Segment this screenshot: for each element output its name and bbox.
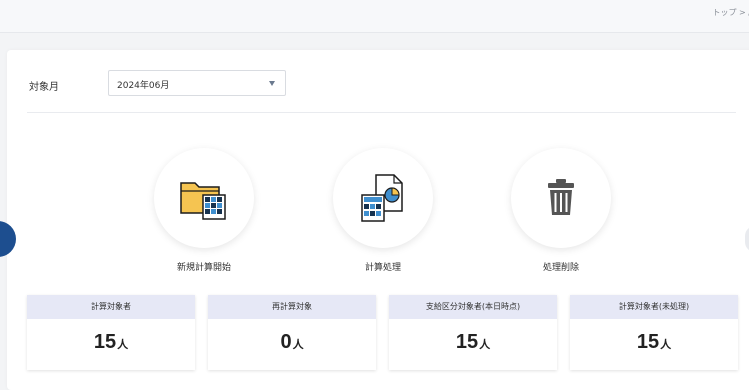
card-unit: 人 bbox=[479, 338, 491, 351]
delete-process-label: 処理削除 bbox=[542, 263, 579, 273]
summary-card-unprocessed: 計算対象者(未処理) 15人 bbox=[570, 295, 738, 370]
delete-process-button[interactable]: 処理削除 bbox=[511, 148, 611, 273]
document-chart-calculator-icon bbox=[361, 174, 403, 222]
new-calculation-button[interactable]: 新規計算開始 bbox=[154, 148, 254, 273]
new-calculation-label: 新規計算開始 bbox=[176, 263, 231, 273]
card-title: 計算対象者 bbox=[27, 295, 195, 319]
calculation-process-button[interactable]: 計算処理 bbox=[333, 148, 433, 273]
card-unit: 人 bbox=[117, 338, 129, 351]
card-title: 再計算対象 bbox=[208, 295, 376, 319]
card-value: 0 bbox=[280, 331, 292, 353]
delete-process-icon-circle[interactable] bbox=[511, 148, 611, 248]
chevron-down-icon bbox=[269, 81, 275, 86]
card-title: 支給区分対象者(本日時点) bbox=[389, 295, 557, 319]
card-title: 計算対象者(未処理) bbox=[570, 295, 738, 319]
summary-card-calc-target: 計算対象者 15人 bbox=[27, 295, 195, 370]
breadcrumb[interactable]: トップ > / bbox=[713, 7, 749, 18]
calculation-process-icon-circle[interactable] bbox=[333, 148, 433, 248]
top-bar: トップ > / bbox=[0, 0, 749, 33]
summary-card-payment-category: 支給区分対象者(本日時点) 15人 bbox=[389, 295, 557, 370]
folder-spreadsheet-icon bbox=[180, 182, 226, 220]
card-value: 15 bbox=[93, 331, 117, 353]
target-month-select[interactable]: 2024年06月 bbox=[108, 70, 286, 96]
card-unit: 人 bbox=[292, 338, 304, 351]
target-month-value: 2024年06月 bbox=[117, 81, 170, 91]
calculation-process-label: 計算処理 bbox=[364, 263, 401, 273]
card-value: 15 bbox=[455, 331, 479, 353]
target-month-label: 対象月 bbox=[29, 82, 59, 93]
summary-card-recalc-target: 再計算対象 0人 bbox=[208, 295, 376, 370]
card-value: 15 bbox=[636, 331, 660, 353]
new-calculation-icon-circle[interactable] bbox=[154, 148, 254, 248]
card-unit: 人 bbox=[660, 338, 672, 351]
trash-icon bbox=[548, 179, 574, 215]
divider bbox=[27, 112, 736, 113]
